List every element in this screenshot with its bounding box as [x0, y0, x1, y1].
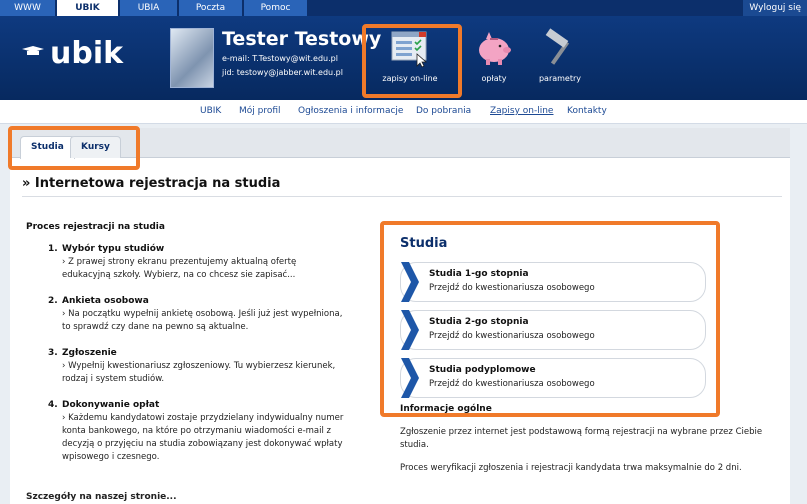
parametry-label: parametry — [538, 74, 582, 83]
nav-kontakty[interactable]: Kontakty — [567, 106, 607, 116]
step-number: 2. — [48, 296, 58, 306]
page-title: » Internetowa rejestracja na studia — [22, 176, 281, 191]
step-number: 1. — [48, 244, 58, 254]
user-email: e-mail: T.Testowy@wit.edu.pl — [222, 54, 338, 63]
user-name: Tester Testowy — [222, 28, 382, 50]
logo[interactable]: ubik — [50, 36, 123, 71]
step-description: › Na początku wypełnij ankietę osobową. … — [62, 309, 343, 332]
main-nav: UBIK Mój profil Ogłoszenia i informacje … — [0, 100, 807, 124]
graduation-cap-icon — [22, 46, 44, 55]
step-title: Dokonywanie opłat — [62, 400, 160, 410]
step-number: 4. — [48, 400, 58, 410]
highlight-tabs — [8, 126, 140, 170]
top-tab-ubia[interactable]: UBIA — [120, 0, 178, 16]
process-step: 4. Dokonywanie opłat › Każdemu kandydatow… — [48, 400, 346, 464]
highlight-studia — [380, 221, 720, 417]
avatar — [170, 28, 214, 88]
top-tab-strip: WWW UBIK UBIA Poczta Pomoc Wyloguj się — [0, 0, 807, 16]
top-tab-ubik[interactable]: UBIK — [57, 0, 119, 16]
nav-ubik[interactable]: UBIK — [200, 106, 221, 116]
info-paragraph: Proces weryfikacji zgłoszenia i rejestra… — [400, 463, 742, 473]
nav-moj-profil[interactable]: Mój profil — [239, 106, 281, 116]
highlight-zapisy — [362, 24, 462, 98]
top-tab-www[interactable]: WWW — [0, 0, 56, 16]
process-step: 2. Ankieta osobowa › Na początku wypełnij… — [48, 296, 346, 334]
step-title: Ankieta osobowa — [62, 296, 149, 306]
step-description: › Z prawej strony ekranu prezentujemy ak… — [62, 257, 297, 280]
registration-process: Proces rejestracji na studia 1. Wybór typ… — [26, 222, 346, 478]
process-footer: Szczegóły na naszej stronie... — [26, 492, 177, 502]
step-number: 3. — [48, 348, 58, 358]
logout-link[interactable]: Wyloguj się — [743, 0, 807, 16]
top-tab-poczta[interactable]: Poczta — [179, 0, 243, 16]
nav-do-pobrania[interactable]: Do pobrania — [416, 106, 471, 116]
step-title: Wybór typu studiów — [62, 244, 165, 254]
process-step: 1. Wybór typu studiów › Z prawej strony e… — [48, 244, 346, 282]
nav-ogloszenia[interactable]: Ogłoszenia i informacje — [298, 106, 403, 116]
step-title: Zgłoszenie — [62, 348, 117, 358]
top-tab-pomoc[interactable]: Pomoc — [244, 0, 308, 16]
hammer-icon — [545, 28, 570, 65]
parametry-button[interactable]: parametry — [520, 28, 600, 83]
title-divider — [22, 196, 782, 197]
user-jid: jid: testowy@jabber.wit.edu.pl — [222, 68, 343, 77]
info-paragraph: Zgłoszenie przez internet jest podstawow… — [400, 427, 763, 450]
piggy-bank-icon — [479, 32, 511, 65]
step-description: › Każdemu kandydatowi zostaje przydziela… — [62, 413, 344, 462]
process-step: 3. Zgłoszenie › Wypełnij kwestionariusz z… — [48, 348, 346, 386]
process-heading: Proces rejestracji na studia — [26, 222, 165, 232]
nav-zapisy-online[interactable]: Zapisy on-line — [490, 106, 553, 116]
step-description: › Wypełnij kwestionariusz zgłoszeniowy. … — [62, 361, 336, 384]
